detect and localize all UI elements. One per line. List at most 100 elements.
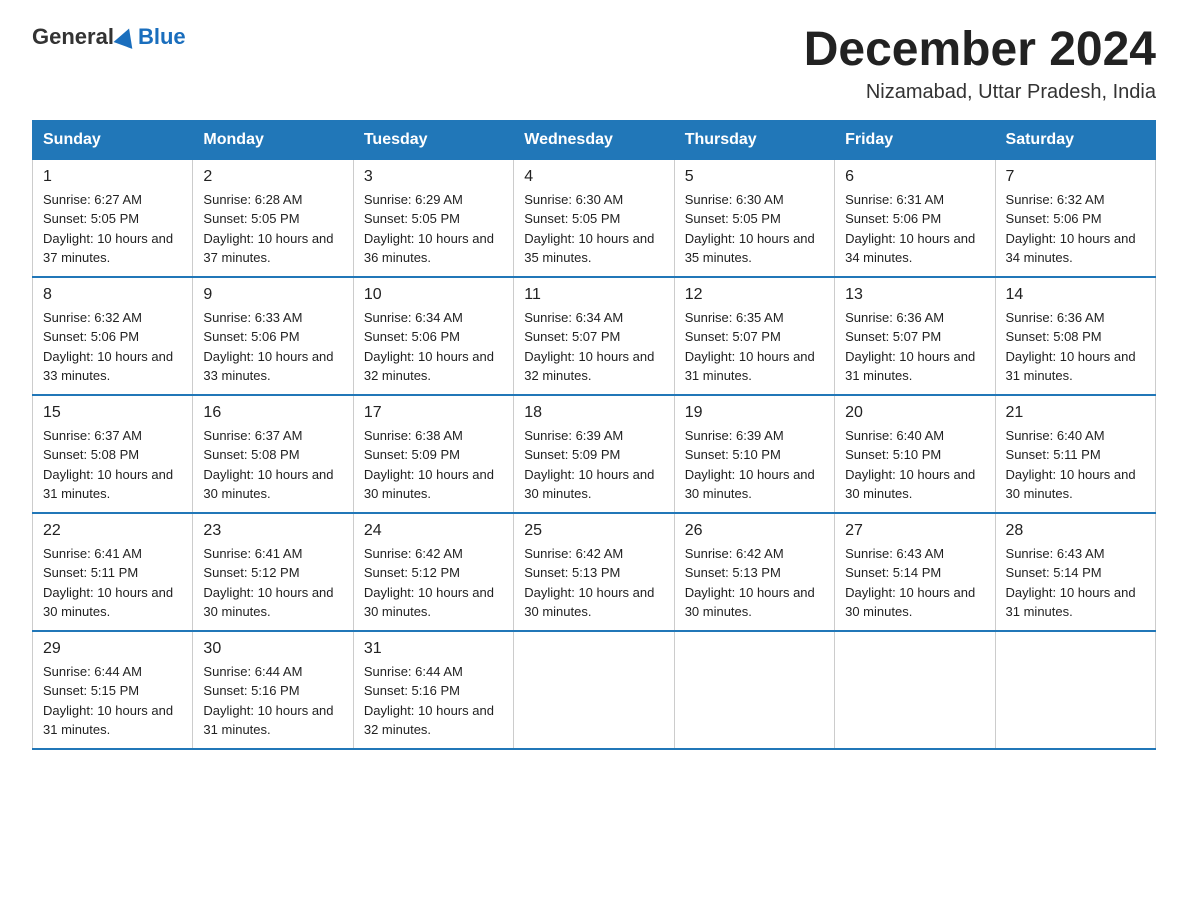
page-header: General Blue December 2024 Nizamabad, Ut…	[32, 24, 1156, 104]
day-number: 15	[43, 404, 182, 422]
day-info: Sunrise: 6:29 AMSunset: 5:05 PMDaylight:…	[364, 190, 503, 268]
day-info: Sunrise: 6:44 AMSunset: 5:16 PMDaylight:…	[203, 662, 342, 740]
calendar-cell: 23 Sunrise: 6:41 AMSunset: 5:12 PMDayligh…	[193, 513, 353, 631]
day-number: 28	[1006, 522, 1145, 540]
day-info: Sunrise: 6:30 AMSunset: 5:05 PMDaylight:…	[685, 190, 824, 268]
day-info: Sunrise: 6:30 AMSunset: 5:05 PMDaylight:…	[524, 190, 663, 268]
calendar-cell: 5 Sunrise: 6:30 AMSunset: 5:05 PMDaylight…	[674, 159, 834, 277]
day-info: Sunrise: 6:42 AMSunset: 5:13 PMDaylight:…	[685, 544, 824, 622]
day-info: Sunrise: 6:44 AMSunset: 5:15 PMDaylight:…	[43, 662, 182, 740]
calendar-cell: 17 Sunrise: 6:38 AMSunset: 5:09 PMDayligh…	[353, 395, 513, 513]
day-number: 8	[43, 286, 182, 304]
calendar-cell: 1 Sunrise: 6:27 AMSunset: 5:05 PMDaylight…	[33, 159, 193, 277]
calendar-cell: 4 Sunrise: 6:30 AMSunset: 5:05 PMDaylight…	[514, 159, 674, 277]
calendar-cell: 14 Sunrise: 6:36 AMSunset: 5:08 PMDayligh…	[995, 277, 1155, 395]
day-number: 30	[203, 640, 342, 658]
day-info: Sunrise: 6:36 AMSunset: 5:07 PMDaylight:…	[845, 308, 984, 386]
calendar-cell: 10 Sunrise: 6:34 AMSunset: 5:06 PMDayligh…	[353, 277, 513, 395]
day-info: Sunrise: 6:31 AMSunset: 5:06 PMDaylight:…	[845, 190, 984, 268]
header-tuesday: Tuesday	[353, 120, 513, 159]
day-number: 3	[364, 168, 503, 186]
calendar-cell: 13 Sunrise: 6:36 AMSunset: 5:07 PMDayligh…	[835, 277, 995, 395]
day-number: 16	[203, 404, 342, 422]
day-info: Sunrise: 6:41 AMSunset: 5:12 PMDaylight:…	[203, 544, 342, 622]
calendar-cell: 22 Sunrise: 6:41 AMSunset: 5:11 PMDayligh…	[33, 513, 193, 631]
calendar-cell: 28 Sunrise: 6:43 AMSunset: 5:14 PMDayligh…	[995, 513, 1155, 631]
header-thursday: Thursday	[674, 120, 834, 159]
calendar-header-row: SundayMondayTuesdayWednesdayThursdayFrid…	[33, 120, 1156, 159]
calendar-week-row: 15 Sunrise: 6:37 AMSunset: 5:08 PMDayligh…	[33, 395, 1156, 513]
day-number: 27	[845, 522, 984, 540]
calendar-cell: 31Sunrise: 6:44 AMSunset: 5:16 PMDayligh…	[353, 631, 513, 749]
calendar-cell: 16 Sunrise: 6:37 AMSunset: 5:08 PMDayligh…	[193, 395, 353, 513]
day-number: 10	[364, 286, 503, 304]
calendar-cell: 7Sunrise: 6:32 AMSunset: 5:06 PMDaylight…	[995, 159, 1155, 277]
calendar-subtitle: Nizamabad, Uttar Pradesh, India	[804, 81, 1156, 104]
day-info: Sunrise: 6:42 AMSunset: 5:13 PMDaylight:…	[524, 544, 663, 622]
day-number: 18	[524, 404, 663, 422]
calendar-cell: 29 Sunrise: 6:44 AMSunset: 5:15 PMDayligh…	[33, 631, 193, 749]
day-number: 6	[845, 168, 984, 186]
day-info: Sunrise: 6:43 AMSunset: 5:14 PMDaylight:…	[1006, 544, 1145, 622]
header-saturday: Saturday	[995, 120, 1155, 159]
day-info: Sunrise: 6:42 AMSunset: 5:12 PMDaylight:…	[364, 544, 503, 622]
calendar-cell: 18 Sunrise: 6:39 AMSunset: 5:09 PMDayligh…	[514, 395, 674, 513]
day-info: Sunrise: 6:39 AMSunset: 5:09 PMDaylight:…	[524, 426, 663, 504]
day-info: Sunrise: 6:40 AMSunset: 5:11 PMDaylight:…	[1006, 426, 1145, 504]
calendar-cell: 25Sunrise: 6:42 AMSunset: 5:13 PMDayligh…	[514, 513, 674, 631]
day-number: 11	[524, 286, 663, 304]
day-info: Sunrise: 6:40 AMSunset: 5:10 PMDaylight:…	[845, 426, 984, 504]
day-info: Sunrise: 6:33 AMSunset: 5:06 PMDaylight:…	[203, 308, 342, 386]
day-number: 17	[364, 404, 503, 422]
day-info: Sunrise: 6:37 AMSunset: 5:08 PMDaylight:…	[203, 426, 342, 504]
day-number: 29	[43, 640, 182, 658]
day-number: 14	[1006, 286, 1145, 304]
day-info: Sunrise: 6:35 AMSunset: 5:07 PMDaylight:…	[685, 308, 824, 386]
calendar-cell: 20 Sunrise: 6:40 AMSunset: 5:10 PMDayligh…	[835, 395, 995, 513]
calendar-cell: 24 Sunrise: 6:42 AMSunset: 5:12 PMDayligh…	[353, 513, 513, 631]
day-info: Sunrise: 6:43 AMSunset: 5:14 PMDaylight:…	[845, 544, 984, 622]
calendar-week-row: 22 Sunrise: 6:41 AMSunset: 5:11 PMDayligh…	[33, 513, 1156, 631]
day-info: Sunrise: 6:38 AMSunset: 5:09 PMDaylight:…	[364, 426, 503, 504]
day-number: 20	[845, 404, 984, 422]
calendar-cell	[995, 631, 1155, 749]
calendar-cell	[835, 631, 995, 749]
day-number: 22	[43, 522, 182, 540]
day-info: Sunrise: 6:32 AMSunset: 5:06 PMDaylight:…	[43, 308, 182, 386]
calendar-cell	[514, 631, 674, 749]
day-info: Sunrise: 6:41 AMSunset: 5:11 PMDaylight:…	[43, 544, 182, 622]
day-number: 13	[845, 286, 984, 304]
header-friday: Friday	[835, 120, 995, 159]
calendar-cell: 8 Sunrise: 6:32 AMSunset: 5:06 PMDaylight…	[33, 277, 193, 395]
day-number: 5	[685, 168, 824, 186]
day-info: Sunrise: 6:36 AMSunset: 5:08 PMDaylight:…	[1006, 308, 1145, 386]
day-number: 26	[685, 522, 824, 540]
day-number: 23	[203, 522, 342, 540]
day-number: 21	[1006, 404, 1145, 422]
logo-blue-text: Blue	[138, 24, 186, 50]
calendar-week-row: 1 Sunrise: 6:27 AMSunset: 5:05 PMDaylight…	[33, 159, 1156, 277]
calendar-week-row: 8 Sunrise: 6:32 AMSunset: 5:06 PMDaylight…	[33, 277, 1156, 395]
day-number: 4	[524, 168, 663, 186]
calendar-cell: 6 Sunrise: 6:31 AMSunset: 5:06 PMDaylight…	[835, 159, 995, 277]
calendar-cell: 26 Sunrise: 6:42 AMSunset: 5:13 PMDayligh…	[674, 513, 834, 631]
day-number: 2	[203, 168, 342, 186]
calendar-table: SundayMondayTuesdayWednesdayThursdayFrid…	[32, 120, 1156, 750]
calendar-cell: 15Sunrise: 6:37 AMSunset: 5:08 PMDayligh…	[33, 395, 193, 513]
day-number: 19	[685, 404, 824, 422]
day-info: Sunrise: 6:28 AMSunset: 5:05 PMDaylight:…	[203, 190, 342, 268]
day-info: Sunrise: 6:34 AMSunset: 5:07 PMDaylight:…	[524, 308, 663, 386]
calendar-cell	[674, 631, 834, 749]
day-number: 12	[685, 286, 824, 304]
logo-general-text: General	[32, 24, 114, 50]
calendar-week-row: 29 Sunrise: 6:44 AMSunset: 5:15 PMDayligh…	[33, 631, 1156, 749]
day-info: Sunrise: 6:34 AMSunset: 5:06 PMDaylight:…	[364, 308, 503, 386]
logo: General Blue	[32, 24, 186, 50]
header-wednesday: Wednesday	[514, 120, 674, 159]
day-number: 7	[1006, 168, 1145, 186]
day-number: 24	[364, 522, 503, 540]
day-info: Sunrise: 6:27 AMSunset: 5:05 PMDaylight:…	[43, 190, 182, 268]
header-sunday: Sunday	[33, 120, 193, 159]
day-number: 9	[203, 286, 342, 304]
day-number: 1	[43, 168, 182, 186]
